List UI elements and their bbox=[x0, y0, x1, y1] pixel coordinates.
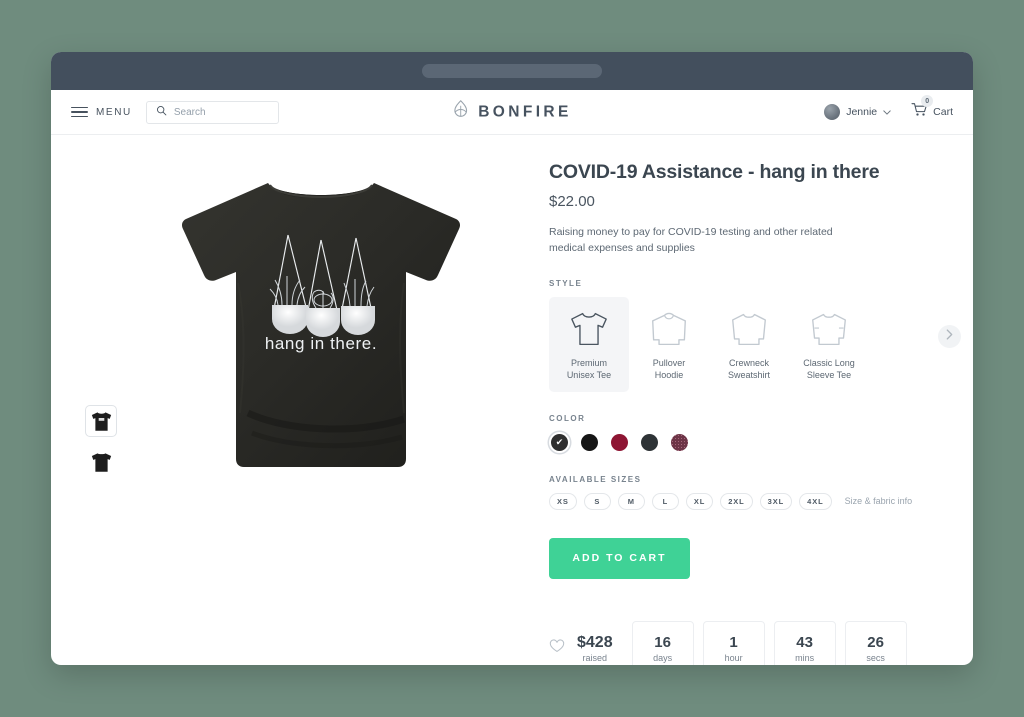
size-option-l[interactable]: L bbox=[651, 492, 679, 510]
sizes-label: AVAILABLE SIZES bbox=[549, 474, 642, 484]
product-description: Raising money to pay for COVID-19 testin… bbox=[549, 226, 833, 255]
color-swatch-maroon[interactable] bbox=[609, 432, 630, 453]
avatar-icon bbox=[824, 104, 841, 120]
crewneck-icon bbox=[729, 306, 769, 352]
style-option-premium-unisex-tee[interactable]: Premium Unisex Tee bbox=[549, 296, 629, 392]
style-option-classic-long-sleeve-tee[interactable]: Classic Long Sleeve Tee bbox=[789, 297, 869, 392]
color-selector: ✔ bbox=[549, 432, 947, 453]
url-bar[interactable] bbox=[422, 64, 602, 78]
color-label: COLOR bbox=[549, 413, 586, 423]
size-option-3xl[interactable]: 3XL bbox=[759, 492, 793, 510]
size-option-s[interactable]: S bbox=[583, 492, 611, 510]
product-price: $22.00 bbox=[549, 193, 595, 210]
add-to-cart-button[interactable]: ADD TO CART bbox=[549, 537, 690, 579]
countdown-minutes: 43 mins bbox=[773, 620, 836, 665]
style-label: STYLE bbox=[549, 278, 583, 288]
raised-caption: raised bbox=[582, 652, 608, 663]
chevron-right-icon bbox=[946, 327, 953, 345]
color-swatch-black[interactable] bbox=[579, 432, 600, 453]
header-left: MENU Search bbox=[71, 100, 279, 124]
thumbnail-front[interactable] bbox=[85, 405, 117, 437]
countdown-days-unit: days bbox=[653, 652, 673, 663]
browser-chrome bbox=[51, 52, 973, 90]
size-option-4xl[interactable]: 4XL bbox=[799, 492, 832, 510]
check-icon: ✔ bbox=[555, 436, 564, 447]
product-photo: hang in there. bbox=[156, 163, 496, 493]
countdown-days: 16 days bbox=[631, 620, 694, 665]
brand-name: BONFIRE bbox=[478, 103, 572, 120]
countdown-seconds-unit: secs bbox=[866, 652, 885, 663]
countdown-days-value: 16 bbox=[654, 633, 671, 651]
countdown-hours-value: 1 bbox=[729, 633, 738, 651]
size-fabric-info-link[interactable]: Size & fabric info bbox=[845, 496, 913, 506]
search-input[interactable]: Search bbox=[145, 100, 279, 124]
search-icon bbox=[156, 103, 167, 121]
style-option-label: Premium Unisex Tee bbox=[566, 357, 612, 381]
cart-button[interactable]: 0 Cart bbox=[911, 95, 953, 122]
color-swatch-dark-grey-heather[interactable] bbox=[639, 432, 660, 453]
color-swatch-black-heather[interactable]: ✔ bbox=[549, 432, 570, 453]
longsleeve-icon bbox=[809, 306, 849, 352]
size-option-xl[interactable]: XL bbox=[685, 492, 714, 510]
site-header: MENU Search BONFIRE Jennie 0 Cart bbox=[51, 90, 973, 135]
hamburger-icon bbox=[71, 106, 88, 118]
search-placeholder: Search bbox=[173, 106, 206, 118]
style-option-label: Pullover Hoodie bbox=[652, 357, 686, 381]
browser-window: MENU Search BONFIRE Jennie 0 Cart hang i… bbox=[51, 52, 973, 665]
cart-count-badge: 0 bbox=[921, 95, 934, 107]
size-selector: XS S M L XL 2XL 3XL 4XL Size & fabric in… bbox=[549, 492, 947, 510]
style-option-pullover-hoodie[interactable]: Pullover Hoodie bbox=[629, 297, 709, 392]
countdown-hours: 1 hour bbox=[702, 620, 765, 665]
heart-icon[interactable] bbox=[549, 639, 565, 658]
style-option-crewneck-sweatshirt[interactable]: Crewneck Sweatshirt bbox=[709, 297, 789, 392]
cart-label: Cart bbox=[933, 106, 953, 118]
chevron-down-icon bbox=[883, 108, 891, 117]
countdown-seconds: 26 secs bbox=[844, 620, 907, 665]
desktop-background: MENU Search BONFIRE Jennie 0 Cart hang i… bbox=[0, 0, 1024, 717]
style-selector: Premium Unisex Tee Pullover Hoodie Crewn… bbox=[549, 296, 961, 392]
product-details: COVID-19 Assistance - hang in there $22.… bbox=[527, 157, 961, 665]
thumbnail-list bbox=[77, 157, 125, 665]
brand-logo[interactable]: BONFIRE bbox=[452, 100, 572, 125]
style-next-button[interactable] bbox=[938, 324, 961, 348]
countdown-seconds-value: 26 bbox=[867, 633, 884, 651]
style-option-label: Classic Long Sleeve Tee bbox=[803, 357, 855, 381]
hero-image[interactable]: hang in there. bbox=[125, 157, 527, 665]
thumbnail-back[interactable] bbox=[85, 446, 117, 478]
header-right: Jennie 0 Cart bbox=[824, 95, 953, 122]
menu-button[interactable]: MENU bbox=[71, 107, 132, 118]
bonfire-flame-icon bbox=[452, 100, 469, 125]
size-option-2xl[interactable]: 2XL bbox=[720, 492, 753, 510]
countdown-minutes-value: 43 bbox=[796, 633, 813, 651]
page-title: COVID-19 Assistance - hang in there bbox=[549, 161, 880, 183]
tshirt-icon bbox=[569, 306, 609, 352]
size-option-m[interactable]: M bbox=[617, 492, 645, 510]
countdown-hours-unit: hour bbox=[724, 652, 743, 663]
raised-amount: $428 bbox=[577, 633, 613, 651]
countdown-minutes-unit: mins bbox=[795, 652, 815, 663]
product-gallery: hang in there. bbox=[77, 157, 527, 665]
style-option-label: Crewneck Sweatshirt bbox=[727, 357, 771, 381]
color-swatch-maroon-heather[interactable] bbox=[669, 432, 690, 453]
amount-raised: $428 raised bbox=[577, 634, 613, 663]
size-option-xs[interactable]: XS bbox=[549, 492, 577, 510]
hoodie-icon bbox=[649, 306, 689, 352]
user-name: Jennie bbox=[846, 106, 878, 118]
product-page: hang in there. COVID-19 Assistance - han… bbox=[51, 135, 973, 665]
shirt-graphic-text: hang in there. bbox=[265, 334, 377, 353]
user-menu[interactable]: Jennie bbox=[824, 104, 891, 120]
menu-label: MENU bbox=[96, 106, 132, 118]
campaign-stats: $428 raised 16 days 1 hour 43 mins 26 se… bbox=[549, 620, 947, 665]
